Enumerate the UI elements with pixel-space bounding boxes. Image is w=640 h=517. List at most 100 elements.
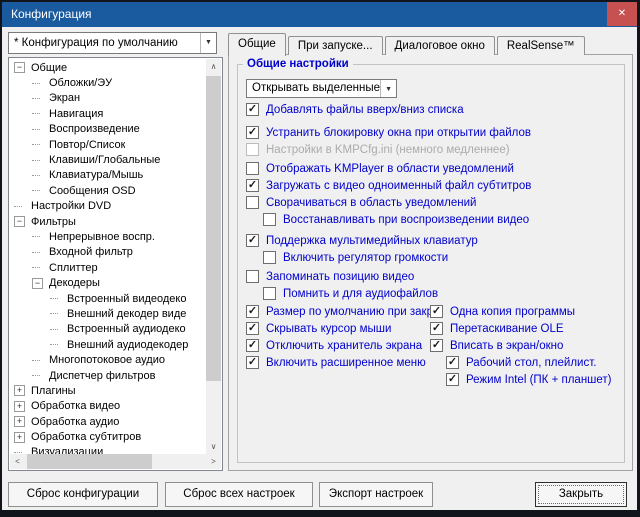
tree-item[interactable]: Клавиатура/Мышь — [11, 168, 205, 183]
checkbox-row[interactable]: ✓Включить расширенное меню — [246, 354, 430, 371]
tree-expander-icon[interactable]: + — [14, 432, 25, 443]
checkbox[interactable]: ✓ — [246, 339, 259, 352]
tree-vertical-scrollbar[interactable]: ∧ ∨ — [206, 59, 221, 454]
profile-select[interactable]: * Конфигурация по умолчанию ▼ — [8, 32, 217, 54]
checkbox-row[interactable]: Настройки в KMPCfg.ini (немного медленне… — [246, 141, 618, 158]
tree-item[interactable]: Встроенный видеодеко — [11, 291, 205, 306]
chevron-down-icon[interactable]: ▼ — [380, 80, 396, 97]
tree-expander-icon — [32, 160, 40, 161]
tree-expander-icon[interactable]: + — [14, 385, 25, 396]
checkbox[interactable]: ✓ — [246, 103, 259, 116]
tab-startup[interactable]: При запуске... — [288, 36, 383, 55]
tree-horizontal-scrollbar[interactable]: < > — [10, 454, 221, 469]
checkbox-row[interactable]: ✓Скрывать курсор мыши — [246, 320, 430, 337]
checkbox[interactable]: ✓ — [430, 322, 443, 335]
checkbox[interactable]: ✓ — [446, 373, 459, 386]
checkbox-row[interactable]: ✓Загружать с видео одноименный файл субт… — [246, 177, 618, 194]
tree-item[interactable]: Настройки DVD — [11, 199, 205, 214]
checkbox[interactable]: ✓ — [246, 356, 259, 369]
checkbox-row[interactable]: Помнить и для аудиофайлов — [246, 285, 618, 302]
tree-item[interactable]: Сплиттер — [11, 260, 205, 275]
export-settings-button[interactable]: Экспорт настроек — [319, 482, 433, 507]
checkbox[interactable]: ✓ — [246, 179, 259, 192]
tree-expander-icon — [32, 252, 40, 253]
close-icon: ✕ — [618, 8, 626, 19]
tree-item[interactable]: Непрерывное воспр. — [11, 229, 205, 244]
checkbox[interactable]: ✓ — [246, 234, 259, 247]
checkbox[interactable]: ✓ — [246, 305, 259, 318]
tree-expander-icon[interactable]: − — [14, 62, 25, 73]
settings-tree-rows: −Общие Обложки/ЭУ Экран Навигация Воспро… — [11, 60, 205, 454]
checkbox-row[interactable]: ✓Устранить блокировку окна при открытии … — [246, 124, 618, 141]
reset-configuration-button[interactable]: Сброс конфигурации — [8, 482, 158, 507]
tab-general[interactable]: Общие — [228, 33, 286, 56]
tree-expander-icon — [32, 190, 40, 191]
titlebar: Конфигурация ✕ — [2, 2, 637, 27]
scroll-left-icon[interactable]: < — [10, 454, 25, 469]
tree-item[interactable]: Визуализации — [11, 445, 205, 454]
checkbox-row[interactable]: ✓Отключить хранитель экрана — [246, 337, 430, 354]
tree-item[interactable]: Встроенный аудиодеко — [11, 322, 205, 337]
tree-expander-icon[interactable]: + — [14, 401, 25, 412]
scroll-right-icon[interactable]: > — [206, 454, 221, 469]
tab-realsense[interactable]: RealSense™ — [497, 36, 585, 55]
tree-item[interactable]: Входной фильтр — [11, 245, 205, 260]
checkbox[interactable]: ✓ — [430, 339, 443, 352]
checkbox[interactable] — [263, 251, 276, 264]
close-button[interactable]: ✕ — [607, 2, 637, 26]
checkbox-row[interactable]: ✓Одна копия программы — [430, 303, 618, 320]
checkbox[interactable] — [246, 196, 259, 209]
tree-item[interactable]: Воспроизведение — [11, 122, 205, 137]
close-dialog-button[interactable]: Закрыть — [535, 482, 627, 507]
checkbox[interactable] — [263, 287, 276, 300]
tree-item[interactable]: −Фильтры — [11, 214, 205, 229]
tree-item[interactable]: Внешний декодер виде — [11, 306, 205, 321]
checkbox[interactable] — [263, 213, 276, 226]
tree-item[interactable]: +Обработка видео — [11, 399, 205, 414]
checkbox-row[interactable]: Запоминать позицию видео — [246, 268, 618, 285]
open-method-select[interactable]: Открывать выделенные ▼ — [246, 79, 397, 98]
reset-all-settings-button[interactable]: Сброс всех настроек — [165, 482, 313, 507]
tree-item[interactable]: Сообщения OSD — [11, 183, 205, 198]
tree-expander-icon[interactable]: − — [14, 216, 25, 227]
checkbox-row[interactable]: Включить регулятор громкости — [246, 249, 618, 266]
scroll-down-icon[interactable]: ∨ — [206, 439, 221, 454]
tree-expander-icon[interactable]: + — [14, 416, 25, 427]
horizontal-scrollbar-thumb[interactable] — [27, 454, 152, 469]
checkbox[interactable]: ✓ — [446, 356, 459, 369]
checkbox-row[interactable]: Восстанавливать при воспроизведении виде… — [246, 211, 618, 228]
tree-item[interactable]: Обложки/ЭУ — [11, 75, 205, 90]
checkbox-row[interactable]: Отображать KMPlayer в области уведомлени… — [246, 160, 618, 177]
tree-item[interactable]: −Декодеры — [11, 275, 205, 290]
tree-item[interactable]: Навигация — [11, 106, 205, 121]
checkbox-row[interactable]: ✓Вписать в экран/окно — [430, 337, 618, 354]
checkbox[interactable]: ✓ — [246, 322, 259, 335]
checkbox[interactable]: ✓ — [430, 305, 443, 318]
checkbox-row[interactable]: Сворачиваться в область уведомлений — [246, 194, 618, 211]
tree-item[interactable]: Повтор/Список — [11, 137, 205, 152]
chevron-down-icon[interactable]: ▼ — [200, 33, 216, 53]
checkbox-row[interactable]: ✓Режим Intel (ПК + планшет) — [430, 371, 618, 388]
tree-item[interactable]: +Плагины — [11, 383, 205, 398]
tree-item[interactable]: +Обработка субтитров — [11, 429, 205, 444]
checkbox-row[interactable]: ✓Поддержка мультимедийных клавиатур — [246, 232, 618, 249]
tree-item[interactable]: −Общие — [11, 60, 205, 75]
tree-item[interactable]: Клавиши/Глобальные — [11, 152, 205, 167]
checkbox[interactable]: ✓ — [246, 126, 259, 139]
checkbox-row[interactable]: ✓Перетаскивание OLE — [430, 320, 618, 337]
tree-item[interactable]: Диспетчер фильтров — [11, 368, 205, 383]
vertical-scrollbar-thumb[interactable] — [206, 76, 221, 381]
checkbox-row[interactable]: ✓Размер по умолчанию при закр — [246, 303, 430, 320]
scroll-up-icon[interactable]: ∧ — [206, 59, 221, 74]
tree-expander-icon[interactable]: − — [32, 278, 43, 289]
checkbox[interactable] — [246, 162, 259, 175]
checkbox-row[interactable]: ✓Рабочий стол, плейлист. — [430, 354, 618, 371]
checkbox-row[interactable]: ✓Добавлять файлы вверх/вниз списка — [246, 101, 618, 118]
tree-item[interactable]: Экран — [11, 91, 205, 106]
tree-item[interactable]: Внешний аудиодекодер — [11, 337, 205, 352]
checkbox-column-right: ✓Одна копия программы ✓Перетаскивание OL… — [430, 303, 618, 388]
checkbox[interactable] — [246, 270, 259, 283]
tree-item[interactable]: Многопотоковое аудио — [11, 352, 205, 367]
tree-item[interactable]: +Обработка аудио — [11, 414, 205, 429]
tab-dialog-window[interactable]: Диалоговое окно — [385, 36, 495, 55]
